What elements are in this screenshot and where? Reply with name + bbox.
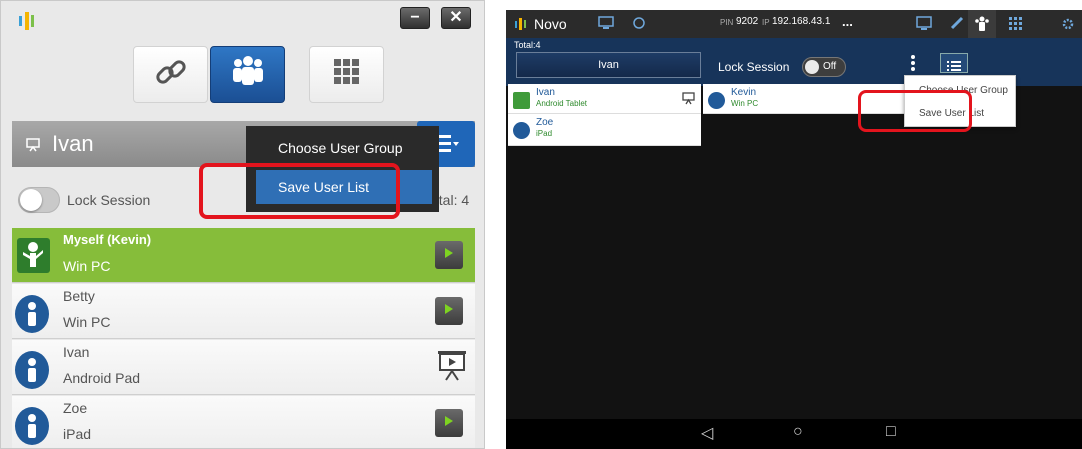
highlight-box [858,90,972,132]
user-device: iPad [536,129,553,138]
list-item[interactable]: Ivan Android Tablet [508,84,701,114]
user-name: Kevin [731,87,757,98]
users-button[interactable] [968,10,996,38]
android-nav-bar: ◁ ○ □ [506,419,1082,449]
user-device: Win PC [731,99,759,108]
screen-share-icon[interactable] [598,15,614,36]
list-item[interactable]: Zoe iPad [12,396,475,448]
users-button[interactable] [210,46,285,103]
user-name: Myself (Kevin) [63,232,152,247]
users-icon [975,16,989,37]
user-device: Win PC [63,258,111,274]
app-title: Novo [534,16,567,32]
user-name: Ivan [63,344,90,360]
list-item[interactable]: Zoe iPad [508,114,701,146]
apps-button[interactable] [309,46,384,103]
highlight-box [199,163,400,219]
home-icon[interactable]: ○ [793,423,803,441]
link-icon[interactable] [950,16,964,35]
user-avatar-icon [15,351,49,389]
refresh-icon[interactable] [632,16,646,35]
monitor-icon[interactable] [916,15,932,36]
list-item[interactable]: Betty Win PC [12,284,475,339]
presenter-avatar-icon [513,92,530,109]
ip-address: 192.168.43.1 [772,16,831,27]
total-count: Total:4 [514,40,541,50]
user-device: Android Pad [63,370,141,386]
link-icon [151,52,191,97]
left-window: − ✕ Ivan Lock Session otal: 4 Myself (Ke… [0,0,485,449]
play-icon [444,302,454,320]
lock-session-toggle[interactable]: Off [802,57,846,77]
play-button[interactable] [435,241,463,269]
play-button[interactable] [435,297,463,325]
recent-apps-icon[interactable]: □ [886,423,896,441]
play-icon [444,414,454,432]
gear-icon[interactable] [1061,17,1075,36]
user-device: iPad [63,426,92,442]
current-user-name: Ivan [52,131,94,156]
novo-app-icon [514,16,528,37]
users-icon [228,52,268,97]
user-avatar-icon [15,407,49,445]
list-item[interactable]: Ivan Android Pad [12,340,475,395]
grid-icon [332,57,362,92]
play-icon [444,246,454,264]
lock-session-label: Lock Session [67,192,151,208]
novo-app-icon [17,9,37,33]
ellipsis-label: ... [842,14,853,29]
list-view-button[interactable] [940,53,968,73]
ip-label: IP [762,18,770,27]
back-icon[interactable]: ◁ [701,423,713,443]
user-name: Ivan [536,87,555,98]
lock-session-toggle[interactable] [18,187,60,213]
play-button[interactable] [435,409,463,437]
user-device: Win PC [63,314,111,330]
lock-session-label: Lock Session [718,60,790,74]
toggle-state: Off [823,61,837,72]
link-button[interactable] [133,46,208,103]
close-button[interactable]: ✕ [441,7,471,29]
pin-value: 9202 [736,16,759,27]
choose-user-group-item[interactable]: Choose User Group [256,131,432,165]
user-avatar-icon [15,295,49,333]
user-name: Zoe [536,117,554,128]
minimize-button[interactable]: − [400,7,430,29]
current-user-name: Ivan [516,52,701,78]
projector-screen-icon [682,92,695,110]
presenter-avatar-icon [17,238,50,273]
list-icon [947,58,961,76]
list-menu-icon [437,133,459,160]
user-name: Betty [63,288,95,304]
top-bar: Novo PIN 9202 IP 192.168.43.1 ... [506,10,1082,38]
list-item[interactable]: Myself (Kevin) Win PC [12,228,475,283]
right-android-screen: Novo PIN 9202 IP 192.168.43.1 ... Total:… [506,10,1082,449]
menu-item-label: Choose User Group [278,140,403,156]
pin-label: PIN [720,18,734,27]
more-options-icon[interactable] [910,54,916,77]
presenter-icon [26,138,40,157]
user-avatar-icon [708,92,725,109]
user-name: Zoe [63,400,88,416]
projector-screen-icon [437,350,467,387]
user-device: Android Tablet [536,99,587,108]
user-avatar-icon [513,122,530,139]
grid-icon[interactable] [1009,17,1022,35]
